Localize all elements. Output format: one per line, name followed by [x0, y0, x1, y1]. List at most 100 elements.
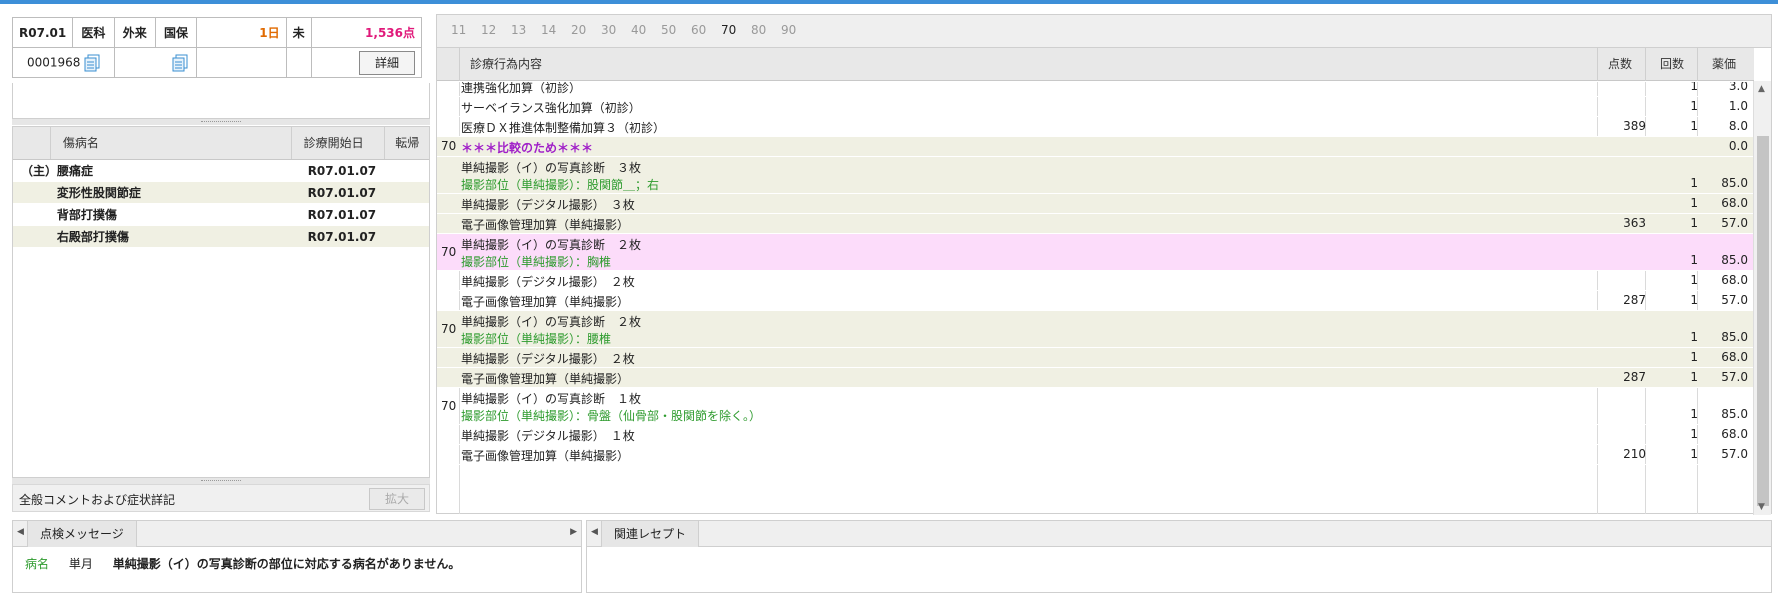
tab-70[interactable]: 70	[721, 23, 736, 37]
left-splitter-top[interactable]	[12, 119, 430, 125]
treatment-points: 210	[1623, 447, 1646, 461]
tab-related-receipt[interactable]: 関連レセプト	[601, 521, 700, 547]
outcome	[385, 204, 429, 225]
treatment-row[interactable]: 70 単純撮影（イ）の写真診断 ２枚 撮影部位（単純撮影）：腰椎 1 85.0	[437, 311, 1754, 348]
tab-60[interactable]: 60	[691, 23, 706, 37]
tab-12[interactable]: 12	[481, 23, 496, 37]
treatment-row[interactable]: 単純撮影（デジタル撮影） ２枚 1 68.0	[437, 271, 1754, 291]
window-top-accent	[0, 0, 1778, 4]
treatment-site: 撮影部位（単純撮影）：骨盤（仙骨部・股関節を除く。）	[461, 409, 762, 423]
treatment-row[interactable]: サーベイランス強化加算（初診） 1 1.0	[437, 97, 1754, 117]
treatment-count: 1	[1690, 253, 1698, 267]
treatment-name: 電子画像管理加算（単純撮影）	[461, 218, 630, 232]
visit-days: 1日	[196, 17, 287, 48]
tab-check-message[interactable]: 点検メッセージ	[27, 521, 137, 547]
header-points[interactable]: 点数	[1597, 48, 1645, 81]
detail-button[interactable]: 詳細	[359, 50, 415, 75]
disease-name: 腰痛症	[57, 164, 94, 178]
tab-20[interactable]: 20	[571, 23, 586, 37]
visit-type: 外来	[113, 17, 156, 48]
tab-30[interactable]: 30	[601, 23, 616, 37]
treatment-site: 撮影部位（単純撮影）：胸椎	[461, 255, 612, 269]
outcome	[385, 182, 429, 203]
tab-scroll-right-icon[interactable]: ▶	[570, 527, 577, 537]
disease-name: 背部打撲傷	[56, 208, 117, 222]
treatment-name: サーベイランス強化加算（初診）	[461, 101, 641, 115]
treatment-price: 57.0	[1721, 293, 1748, 307]
treatment-name: 医療ＤＸ推進体制整備加算３（初診）	[461, 121, 666, 135]
treatment-count: 1	[1690, 407, 1698, 421]
grid-scrollbar[interactable]: ▲ ▼	[1753, 81, 1771, 515]
general-comment-bar: 全般コメントおよび症状詳記 拡大	[12, 484, 430, 512]
header-disease-name[interactable]: 傷病名	[51, 127, 292, 159]
disease-name: 変形性股関節症	[56, 186, 141, 200]
treatment-code: 70	[441, 244, 457, 259]
expand-button[interactable]: 拡大	[369, 488, 425, 510]
tab-50[interactable]: 50	[661, 23, 676, 37]
start-date: R07.01.07	[307, 208, 377, 222]
category-tabs: 11 12 13 14 20 30 40 50 60 70 80 90	[437, 15, 1771, 48]
diagnosis-row[interactable]: 背部打撲傷 R07.01.07	[13, 204, 429, 226]
diagnosis-row[interactable]: 右殿部打撲傷 R07.01.07	[13, 226, 429, 248]
treatment-row[interactable]: 70 単純撮影（イ）の写真診断 １枚撮影部位（単純撮影）：骨盤（仙骨部・股関節を除…	[437, 388, 1754, 425]
tab-80[interactable]: 80	[751, 23, 766, 37]
treatment-row[interactable]: 連携強化加算（初診） 1 3.0	[437, 82, 1754, 97]
treatment-row[interactable]: 単純撮影（デジタル撮影） ２枚 1 68.0	[437, 348, 1754, 368]
treatment-points: 389	[1623, 119, 1646, 133]
tab-13[interactable]: 13	[511, 23, 526, 37]
header-price[interactable]: 薬価	[1697, 48, 1754, 81]
treatment-price: 0.0	[1728, 139, 1748, 153]
treatment-count: 1	[1690, 82, 1698, 93]
primary-flag	[13, 182, 51, 203]
treatment-price: 57.0	[1721, 370, 1748, 384]
treatment-code: 70	[441, 398, 457, 413]
scroll-down-icon[interactable]: ▼	[1758, 502, 1765, 512]
treatment-panel: 11 12 13 14 20 30 40 50 60 70 80 90 診療行為…	[436, 14, 1772, 515]
scroll-up-icon[interactable]: ▲	[1758, 84, 1765, 94]
tab-11[interactable]: 11	[451, 23, 466, 37]
treatment-row[interactable]: 単純撮影（デジタル撮影） １枚 1 68.0	[437, 425, 1754, 445]
tab-scroll-left-icon[interactable]: ◀	[17, 527, 24, 537]
treatment-row[interactable]: 電子画像管理加算（単純撮影） 287 1 57.0	[437, 291, 1754, 311]
treatment-row[interactable]: 70 ＊＊＊比較のため＊＊＊ 0.0	[437, 137, 1754, 157]
treatment-points: 287	[1623, 370, 1646, 384]
treatment-row[interactable]: 電子画像管理加算（単純撮影） 363 1 57.0	[437, 214, 1754, 234]
tab-40[interactable]: 40	[631, 23, 646, 37]
memo-cell	[113, 47, 198, 78]
outcome	[385, 160, 429, 181]
diagnosis-header: 傷病名 診療開始日 転帰	[13, 127, 429, 160]
tab-14[interactable]: 14	[541, 23, 556, 37]
start-date: R07.01.07	[307, 186, 377, 200]
check-message-panel: ◀ 点検メッセージ ▶ 病名 単月 単純撮影（イ）の写真診断の部位に対応する病名…	[12, 520, 582, 593]
treatment-price: 57.0	[1721, 216, 1748, 230]
header-outcome[interactable]: 転帰	[385, 127, 429, 159]
primary-flag	[13, 226, 51, 247]
treatment-row[interactable]: 70 単純撮影（イ）の写真診断 ２枚 撮影部位（単純撮影）：胸椎 1 85.0	[437, 234, 1754, 271]
scroll-thumb[interactable]	[1757, 136, 1769, 506]
status-flag: 未	[285, 17, 312, 48]
treatment-row[interactable]: 単純撮影（デジタル撮影） ３枚 1 68.0	[437, 194, 1754, 214]
treatment-price: 85.0	[1721, 253, 1748, 267]
header-count[interactable]: 回数	[1645, 48, 1697, 81]
treatment-row[interactable]: 電子画像管理加算（単純撮影） 210 1 57.0	[437, 445, 1754, 465]
treatment-month: R07.01	[11, 17, 74, 48]
diagnosis-row[interactable]: （主） 腰痛症 R07.01.07	[13, 160, 429, 182]
treatment-count: 1	[1690, 350, 1698, 364]
treatment-row[interactable]: 医療ＤＸ推進体制整備加算３（初診） 389 1 8.0	[437, 117, 1754, 137]
check-message-row[interactable]: 病名 単月 単純撮影（イ）の写真診断の部位に対応する病名がありません。	[25, 555, 476, 572]
diagnosis-row[interactable]: 変形性股関節症 R07.01.07	[13, 182, 429, 204]
receipt-header: R07.01 医科 外来 国保 1日 未 1,536点 0001968 詳細	[11, 17, 423, 78]
memo-document-icon[interactable]	[172, 54, 190, 72]
document-icon[interactable]	[84, 54, 102, 72]
header-start-date[interactable]: 診療開始日	[292, 127, 386, 159]
treatment-row[interactable]: 単純撮影（イ）の写真診断 ３枚 撮影部位（単純撮影）：股関節＿；右 1 85.0	[437, 157, 1754, 194]
header-blank-area	[12, 83, 430, 119]
treatment-row[interactable]: 電子画像管理加算（単純撮影） 287 1 57.0	[437, 368, 1754, 388]
tab-90[interactable]: 90	[781, 23, 796, 37]
treatment-code: 70	[441, 321, 457, 336]
tab-scroll-left-icon[interactable]: ◀	[591, 527, 598, 537]
header-treatment[interactable]: 診療行為内容	[459, 48, 1459, 81]
treatment-name: 単純撮影（イ）の写真診断 １枚	[461, 392, 642, 406]
treatment-name: 単純撮影（イ）の写真診断 ２枚	[461, 315, 642, 329]
treatment-name: 連携強化加算（初診）	[461, 82, 582, 95]
